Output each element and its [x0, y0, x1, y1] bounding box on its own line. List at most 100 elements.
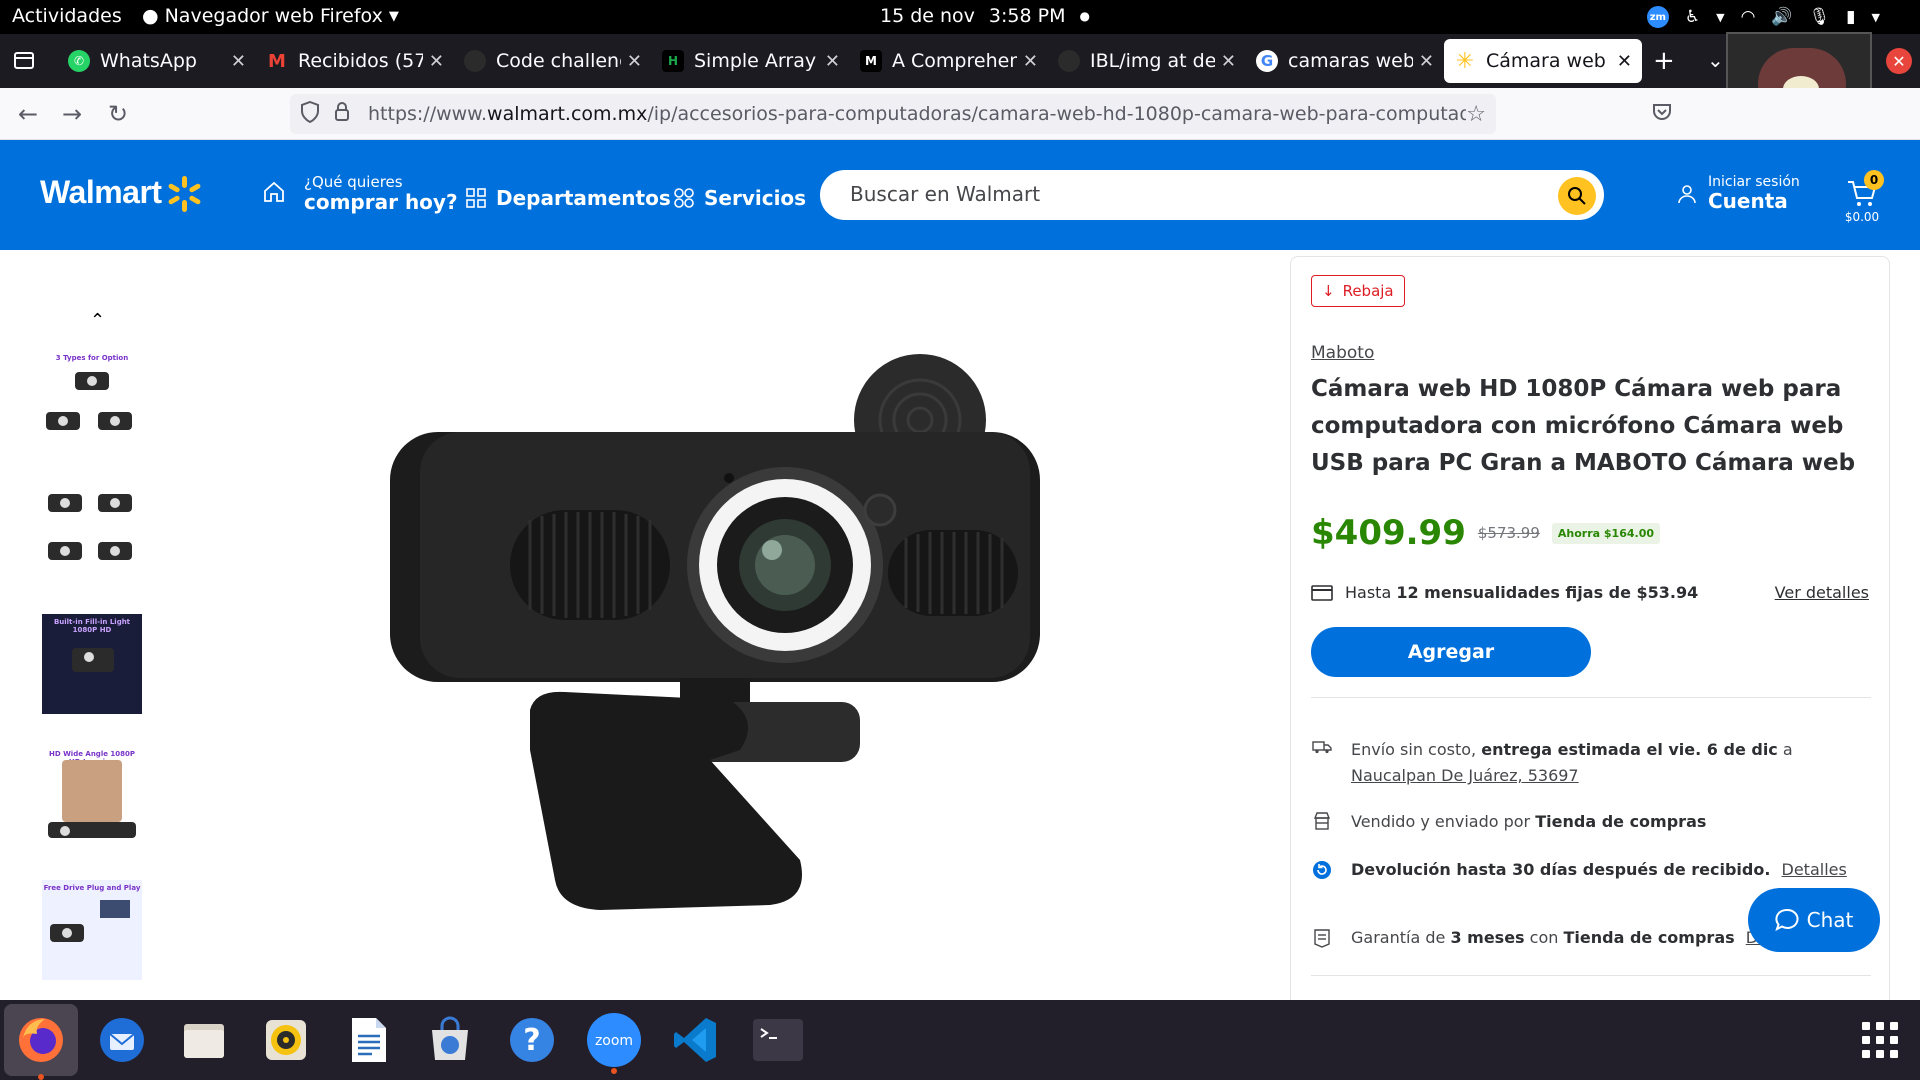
search-bar	[820, 170, 1604, 220]
url-text[interactable]: https://www.walmart.com.mx/ip/accesorios…	[368, 103, 1466, 125]
tab-gmail[interactable]: M Recibidos (578 ✕	[256, 39, 454, 83]
zoom-tray-icon[interactable]: zm	[1646, 6, 1669, 28]
tab-title: Simple Array S	[694, 50, 819, 72]
chevron-down-icon[interactable]: ▼	[1872, 11, 1880, 24]
dock-writer[interactable]	[336, 1010, 400, 1070]
volume-icon[interactable]: 🔊	[1771, 7, 1792, 27]
tab-github-code[interactable]: Code challeng ✕	[454, 39, 652, 83]
signin-label: Iniciar sesión	[1708, 174, 1800, 190]
dock-rhythmbox[interactable]	[254, 1010, 318, 1070]
account-button[interactable]: Iniciar sesión Cuenta	[1678, 174, 1800, 213]
bookmark-star-icon[interactable]: ☆	[1466, 102, 1486, 127]
tab-list-icon[interactable]	[12, 48, 38, 74]
cart-button[interactable]: 0 $0.00	[1840, 170, 1884, 226]
app-menu[interactable]: ● Navegador web Firefox ▼	[142, 5, 399, 27]
brand-link[interactable]: Maboto	[1311, 343, 1374, 363]
dock-help[interactable]: ?	[500, 1010, 564, 1070]
services-button[interactable]: Servicios	[674, 186, 806, 210]
tab-title: Code challeng	[496, 50, 621, 72]
dock-files[interactable]	[172, 1010, 236, 1070]
seller-prefix: Vendido y enviado por	[1351, 812, 1531, 831]
url-path: /ip/accesorios-para-computadoras/camara-…	[647, 103, 1467, 125]
microphone-icon[interactable]: 🎙	[1809, 7, 1831, 27]
url-host: walmart.com.mx	[487, 103, 648, 125]
add-to-cart-button[interactable]: Agregar	[1311, 627, 1591, 677]
product-thumbnail[interactable]	[42, 480, 142, 580]
back-arrow-icon[interactable]: ←	[18, 100, 38, 128]
current-price: $409.99	[1311, 513, 1466, 553]
clock[interactable]: 15 de nov 3:58 PM ●	[880, 5, 1090, 27]
tab-medium[interactable]: M A Comprehens ✕	[850, 39, 1048, 83]
search-input[interactable]	[850, 182, 1530, 206]
reload-icon[interactable]: ↻	[108, 100, 128, 128]
close-icon[interactable]: ✕	[1617, 51, 1632, 72]
tab-title: A Comprehens	[892, 50, 1017, 72]
home-icon[interactable]	[262, 180, 286, 204]
close-icon[interactable]: ✕	[1419, 51, 1434, 72]
address-bar[interactable]: https://www.walmart.com.mx/ip/accesorios…	[290, 94, 1496, 134]
whatsapp-icon: ✆	[68, 50, 90, 72]
svg-text:zoom: zoom	[595, 1033, 633, 1049]
returns-text: Devolución hasta 30 días después de reci…	[1351, 860, 1771, 879]
wifi-icon[interactable]: ◠	[1741, 7, 1756, 27]
webcam-thumb-image	[48, 822, 136, 838]
product-main-image[interactable]	[380, 340, 1060, 940]
tab-google[interactable]: G camaras web - ✕	[1246, 39, 1444, 83]
notification-dot-icon: ●	[1079, 9, 1090, 23]
see-details-link[interactable]: Ver detalles	[1775, 583, 1869, 602]
warranty-period: 3 meses	[1450, 928, 1525, 947]
walmart-spark-icon[interactable]	[164, 174, 204, 214]
close-icon[interactable]: ✕	[825, 51, 840, 72]
new-tab-icon[interactable]: +	[1653, 46, 1675, 76]
warranty-mid: con	[1529, 928, 1559, 947]
tab-hackerrank[interactable]: H Simple Array S ✕	[652, 39, 850, 83]
close-icon[interactable]: ✕	[1221, 51, 1236, 72]
product-thumbnail[interactable]: Built-in Fill-in Light 1080P HD	[42, 614, 142, 714]
departments-button[interactable]: Departamentos	[466, 186, 671, 210]
tab-title: Cámara web H	[1486, 50, 1611, 72]
close-icon[interactable]: ✕	[627, 51, 642, 72]
show-applications-icon[interactable]	[1862, 1022, 1898, 1058]
chat-button[interactable]: Chat	[1748, 888, 1880, 952]
product-thumbnail[interactable]: 3 Types for Option	[42, 350, 142, 450]
dock-vscode[interactable]	[664, 1010, 728, 1070]
returns-details-link[interactable]: Detalles	[1782, 860, 1847, 879]
product-thumbnail[interactable]: HD Wide Angle 1080P HD Imaging	[42, 746, 142, 846]
close-icon[interactable]: ✕	[231, 51, 246, 72]
browser-nav-bar: ← → ↻ https://www.walmart.com.mx/ip/acce…	[0, 88, 1920, 140]
seller-info: Vendido y enviado por Tienda de compras	[1311, 809, 1871, 835]
lock-icon[interactable]	[334, 101, 350, 127]
dock-software[interactable]	[418, 1010, 482, 1070]
close-icon[interactable]: ✕	[429, 51, 444, 72]
battery-icon[interactable]: ▮	[1846, 7, 1855, 27]
dock-terminal[interactable]	[746, 1010, 810, 1070]
chevron-down-icon: ▼	[388, 8, 399, 24]
tab-github-img[interactable]: IBL/img at dev ✕	[1048, 39, 1246, 83]
thumbnail-caption: Free Drive Plug and Play	[43, 884, 141, 892]
tab-whatsapp[interactable]: ✆ WhatsApp ✕	[58, 39, 256, 83]
time-label: 3:58 PM	[988, 5, 1066, 27]
returns-info: Devolución hasta 30 días después de reci…	[1311, 857, 1871, 883]
close-window-icon[interactable]: ✕	[1886, 48, 1912, 74]
search-button[interactable]	[1558, 177, 1596, 215]
date-label: 15 de nov	[880, 5, 975, 27]
tracking-shield-icon[interactable]	[300, 100, 320, 128]
pocket-icon[interactable]	[1652, 102, 1672, 127]
activities-button[interactable]: Actividades	[12, 5, 122, 27]
chat-label: Chat	[1806, 908, 1854, 932]
tab-walmart[interactable]: ✳ Cámara web H ✕	[1444, 39, 1642, 83]
dock-zoom[interactable]: zoom	[582, 1010, 646, 1074]
system-tray[interactable]: zm ♿ ▼ ◠ 🔊 🎙 ▮ ▼	[1646, 6, 1880, 28]
close-icon[interactable]: ✕	[1023, 51, 1038, 72]
chevron-down-icon[interactable]: ▼	[1716, 11, 1724, 24]
walmart-logo[interactable]: Walmart	[40, 174, 162, 211]
chevron-down-icon[interactable]: ⌄	[1707, 48, 1724, 72]
store-picker[interactable]: ¿Qué quieres comprar hoy?	[304, 173, 458, 214]
product-thumbnail[interactable]: Free Drive Plug and Play	[42, 880, 142, 980]
forward-arrow-icon[interactable]: →	[62, 100, 82, 128]
dock-firefox[interactable]	[4, 1004, 78, 1080]
shipping-location-link[interactable]: Naucalpan De Juárez, 53697	[1351, 766, 1579, 785]
chevron-up-icon[interactable]: ⌃	[90, 310, 105, 331]
dock-thunderbird[interactable]	[90, 1010, 154, 1070]
accessibility-icon[interactable]: ♿	[1685, 7, 1700, 27]
